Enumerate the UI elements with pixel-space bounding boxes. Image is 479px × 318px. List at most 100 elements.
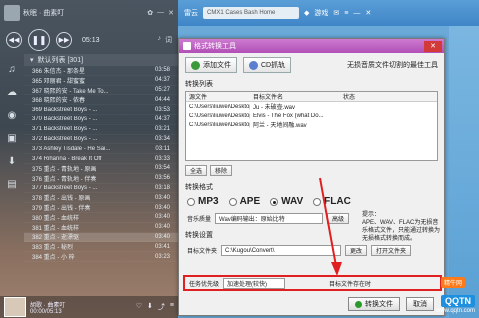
- previous-button[interactable]: ◀◀: [6, 32, 22, 48]
- device-icon[interactable]: ▤: [7, 179, 16, 190]
- format-radio-flac[interactable]: FLAC: [313, 196, 351, 207]
- song-row[interactable]: 373 Ashley Tisdale - He Sai... 03:11: [24, 144, 178, 155]
- volume-icon[interactable]: ♪: [158, 35, 162, 45]
- table-row[interactable]: C:\Users\liuwei\Desktop\...Elvis - The F…: [186, 111, 437, 120]
- now-playing-actions: ♡ ⬇ ⤴ ≡: [136, 302, 174, 312]
- table-row[interactable]: C:\Users\liuwei\Desktop\...阿兰 - 天地间融.wav: [186, 120, 437, 130]
- song-title: 380 重点 - 血统样: [32, 215, 80, 222]
- player-window-buttons: ✿ — ✕: [147, 9, 174, 17]
- dialog-actions: 转换文件 取消: [348, 297, 434, 311]
- song-row[interactable]: 381 重点 - 血统样 03:40: [24, 223, 178, 233]
- format-radio-wav[interactable]: WAV: [270, 196, 303, 207]
- bg-top-left[interactable]: 雷云: [184, 8, 198, 18]
- song-row[interactable]: 383 重点 - 秘烈 03:41: [24, 242, 178, 253]
- bg-search-input[interactable]: CMX1 Cases Bash Home: [203, 7, 299, 19]
- cancel-button[interactable]: 取消: [406, 297, 434, 311]
- next-button[interactable]: ▶▶: [56, 32, 72, 48]
- priority-highlight: 任务优先级 加速处理(较快) 目标文件存在时: [183, 275, 442, 291]
- close-icon[interactable]: ✕: [365, 9, 371, 17]
- target-folder-input[interactable]: C:\Kugou\Convert\: [221, 245, 342, 256]
- song-duration: 03:18: [154, 184, 170, 191]
- minimize-icon[interactable]: —: [157, 9, 164, 17]
- cd-icon: [249, 60, 258, 70]
- col-source[interactable]: 源文件: [186, 92, 250, 101]
- download-icon[interactable]: ⬇: [8, 156, 16, 167]
- song-row[interactable]: 380 重点 - 血统样 03:40: [24, 213, 178, 223]
- format-label-text: MP3: [198, 196, 219, 207]
- remove-button[interactable]: 移除: [210, 165, 233, 176]
- skin-icon[interactable]: ✿: [147, 9, 153, 17]
- song-title: 369 Backstreet Boys - ...: [32, 106, 98, 113]
- mail-icon[interactable]: ✉: [333, 9, 339, 17]
- song-row[interactable]: 368 晓熙的安 - 侬春 04:44: [24, 95, 178, 106]
- col-target[interactable]: 目标文件名: [250, 92, 340, 101]
- download-icon[interactable]: ⬇: [147, 302, 153, 312]
- playlist-header[interactable]: ▾ 默认列表 [301]: [24, 54, 178, 66]
- format-label-text: FLAC: [324, 196, 351, 207]
- song-row[interactable]: 371 Backstreet Boys - ... 03:21: [24, 125, 178, 135]
- priority-select[interactable]: 加速处理(较快): [223, 277, 286, 289]
- heart-icon[interactable]: ♡: [136, 302, 142, 312]
- song-row[interactable]: 377 Backstreet Boys - ... 03:18: [24, 184, 178, 194]
- avatar[interactable]: [4, 5, 20, 21]
- game-icon[interactable]: ◆: [304, 9, 309, 17]
- song-duration: 03:23: [154, 253, 170, 260]
- song-title: 381 重点 - 血统样: [32, 225, 80, 232]
- dialog-close-button[interactable]: ✕: [424, 40, 442, 52]
- add-file-label: 添加文件: [203, 62, 231, 69]
- song-row[interactable]: 375 重点 - 青轨地 - 原画 03:54: [24, 164, 178, 174]
- source-cell: C:\Users\liuwei\Desktop\...: [189, 112, 250, 119]
- convert-icon: [355, 300, 362, 308]
- minimize-icon[interactable]: —: [353, 10, 360, 17]
- song-duration: 03:53: [154, 106, 170, 113]
- format-radio-ape[interactable]: APE: [228, 196, 260, 207]
- more-icon[interactable]: ≡: [170, 302, 174, 312]
- song-row[interactable]: 367 晓熙的安 - Take Me To... 05:27: [24, 86, 178, 96]
- table-row[interactable]: C:\Users\liuwei\Desktop\...Ju - 未破壶.wav: [186, 102, 437, 112]
- song-row[interactable]: 376 重点 - 青轨地 - 伴奏 03:56: [24, 174, 178, 184]
- change-folder-button[interactable]: 更改: [345, 245, 368, 256]
- song-title: 368 晓熙的安 - 侬春: [32, 98, 86, 105]
- song-row[interactable]: 382 重点 - 逝漂驱 03:40: [24, 232, 178, 243]
- menu-icon[interactable]: ≡: [344, 10, 348, 17]
- add-file-button[interactable]: 添加文件: [185, 57, 237, 73]
- song-row[interactable]: 374 Rihanna - Break It Off 03:33: [24, 154, 178, 164]
- watermark-logo: QQTN: [441, 295, 475, 307]
- table-header: 源文件 目标文件名 状态: [186, 92, 437, 102]
- song-duration: 03:40: [154, 204, 170, 211]
- song-title: 365 邓丽君 - 甜蜜蜜: [32, 78, 86, 85]
- select-all-button[interactable]: 全选: [185, 165, 208, 176]
- song-row[interactable]: 366 朱信杰 - 那条星 03:58: [24, 66, 178, 76]
- open-folder-button[interactable]: 打开文件夹: [371, 245, 412, 256]
- song-row[interactable]: 372 Backstreet Boys - ... 03:34: [24, 135, 178, 145]
- song-row[interactable]: 365 邓丽君 - 甜蜜蜜 04:37: [24, 76, 178, 86]
- now-playing-time: 00:00/05:13: [30, 308, 62, 315]
- song-duration: 03:11: [155, 145, 170, 152]
- quality-select[interactable]: Wav编码输出：原始比特: [215, 213, 324, 224]
- song-row[interactable]: 370 Backstreet Boys - ... 04:37: [24, 115, 178, 125]
- col-status[interactable]: 状态: [340, 92, 437, 101]
- share-icon[interactable]: ⤴: [158, 302, 165, 312]
- convert-button[interactable]: 转换文件: [348, 297, 400, 311]
- video-icon[interactable]: ▣: [7, 133, 16, 144]
- song-title: 377 Backstreet Boys - ...: [32, 184, 98, 191]
- watermark: QQTN www.qqtn.com: [436, 295, 475, 314]
- album-thumbnail[interactable]: [4, 297, 26, 317]
- pause-button[interactable]: ❚❚: [28, 29, 50, 51]
- song-row[interactable]: 378 重点 - 出钱 - 原画 03:40: [24, 193, 178, 204]
- song-row[interactable]: 384 重点 - 小 梓 03:23: [24, 252, 178, 262]
- cd-grab-button[interactable]: CD抓轨: [243, 57, 292, 73]
- advanced-button[interactable]: 高级: [327, 213, 350, 224]
- exists-label: 目标文件存在时: [329, 281, 372, 288]
- radio-icon[interactable]: ◉: [8, 110, 17, 121]
- playlist: ▾ 默认列表 [301] 366 朱信杰 - 那条星 03:58 365 邓丽君 -…: [24, 54, 178, 296]
- lyrics-icon[interactable]: 词: [165, 35, 172, 45]
- song-row[interactable]: 369 Backstreet Boys - ... 03:53: [24, 105, 178, 115]
- now-playing-title: 胡歌 · 曲素叮: [30, 302, 66, 309]
- song-row[interactable]: 379 重点 - 出钱 - 伴奏 03:40: [24, 203, 178, 213]
- cloud-icon[interactable]: ☁: [7, 87, 17, 98]
- close-icon[interactable]: ✕: [168, 9, 174, 17]
- music-note-icon[interactable]: ♫: [8, 64, 16, 75]
- bg-game-label[interactable]: 游戏: [314, 8, 328, 18]
- format-radio-mp3[interactable]: MP3: [187, 196, 219, 207]
